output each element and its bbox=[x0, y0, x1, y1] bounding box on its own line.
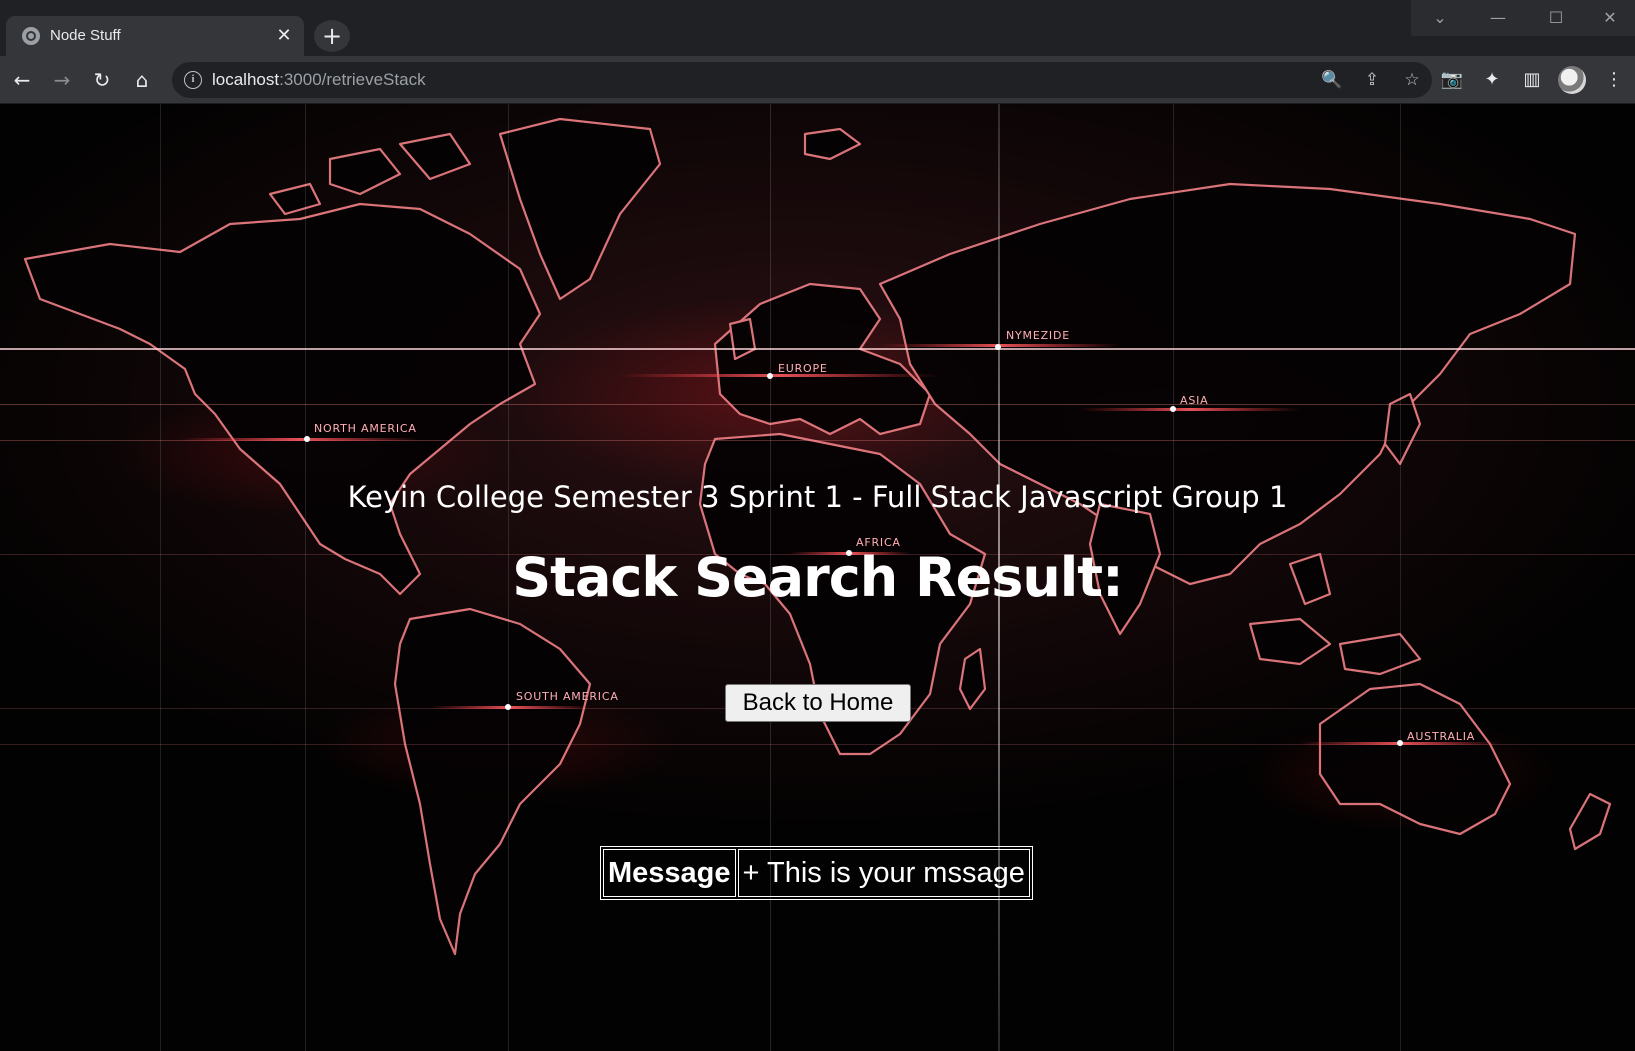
zoom-icon[interactable]: 🔍 bbox=[1318, 66, 1346, 94]
close-tab-icon[interactable]: ✕ bbox=[273, 25, 295, 47]
browser-toolbar: ← → ↻ ⌂ i localhost:3000/retrieveStack 🔍… bbox=[0, 56, 1635, 104]
back-to-home-button[interactable]: Back to Home bbox=[725, 684, 911, 722]
extensions-puzzle-icon[interactable]: ✦ bbox=[1476, 64, 1508, 96]
forward-icon[interactable]: → bbox=[46, 64, 78, 96]
message-value-cell: + This is your mssage bbox=[737, 849, 1030, 897]
camera-extension-icon[interactable]: 📷 bbox=[1436, 64, 1468, 96]
globe-icon bbox=[22, 27, 40, 45]
address-bar[interactable]: i localhost:3000/retrieveStack 🔍 ⇪ ☆ bbox=[172, 62, 1432, 98]
url-path: :3000/retrieveStack bbox=[279, 70, 426, 89]
map-label-north-america: NORTH AMERICA bbox=[314, 422, 417, 435]
home-icon[interactable]: ⌂ bbox=[126, 64, 158, 96]
url-host: localhost bbox=[212, 70, 280, 89]
url-text: localhost:3000/retrieveStack bbox=[212, 70, 426, 90]
share-icon[interactable]: ⇪ bbox=[1358, 66, 1386, 94]
map-label-asia: ASIA bbox=[1180, 394, 1208, 407]
back-icon[interactable]: ← bbox=[6, 64, 38, 96]
map-label-europe: EUROPE bbox=[778, 362, 828, 375]
maximize-button[interactable]: ☐ bbox=[1527, 0, 1585, 36]
map-label-nymezide: NYMEZIDE bbox=[1006, 329, 1070, 342]
bookmark-star-icon[interactable]: ☆ bbox=[1398, 66, 1426, 94]
message-header-cell: Message bbox=[603, 849, 736, 897]
reload-icon[interactable]: ↻ bbox=[86, 64, 118, 96]
profile-avatar[interactable] bbox=[1558, 66, 1586, 94]
close-window-button[interactable]: ✕ bbox=[1585, 0, 1635, 36]
page-title: Stack Search Result: bbox=[512, 546, 1123, 609]
map-label-south-america: SOUTH AMERICA bbox=[516, 690, 619, 703]
new-tab-button[interactable]: + bbox=[314, 20, 350, 52]
map-label-australia: AUSTRALIA bbox=[1407, 730, 1475, 743]
page-viewport: NORTH AMERICA EUROPE NYMEZIDE ASIA AFRIC… bbox=[0, 104, 1635, 1051]
site-info-icon[interactable]: i bbox=[184, 71, 202, 89]
tab-title: Node Stuff bbox=[50, 27, 121, 44]
side-panel-icon[interactable]: ▥ bbox=[1516, 64, 1548, 96]
page-subtitle: Keyin College Semester 3 Sprint 1 - Full… bbox=[347, 480, 1288, 514]
minimize-button[interactable]: — bbox=[1469, 0, 1527, 36]
menu-kebab-icon[interactable]: ⋮ bbox=[1598, 64, 1630, 96]
tab-search-icon[interactable]: ⌄ bbox=[1411, 0, 1469, 36]
tab-strip: Node Stuff ✕ + ⌄ — ☐ ✕ bbox=[0, 0, 1635, 56]
message-table: Message + This is your mssage bbox=[600, 846, 1033, 900]
browser-tab[interactable]: Node Stuff ✕ bbox=[6, 16, 304, 56]
